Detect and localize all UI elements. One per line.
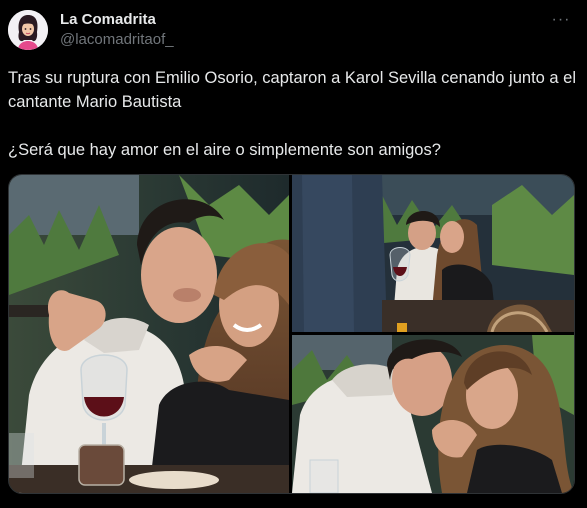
more-options-button[interactable]: ··· xyxy=(549,8,573,32)
photo-2[interactable] xyxy=(292,175,574,332)
photo-1[interactable] xyxy=(9,175,289,493)
avatar[interactable] xyxy=(8,10,48,50)
avatar-illustration xyxy=(8,10,48,50)
photo-3[interactable] xyxy=(292,335,574,493)
more-horizontal-icon: ··· xyxy=(551,11,571,28)
author-handle[interactable]: @lacomadritaof_ xyxy=(60,31,174,48)
tweet-text: Tras su ruptura con Emilio Osorio, capta… xyxy=(8,69,577,159)
photo-3-image xyxy=(292,335,574,493)
photo-2-image xyxy=(292,175,574,332)
photo-1-image xyxy=(9,175,289,493)
media-grid xyxy=(8,174,575,494)
author-name[interactable]: La Comadrita xyxy=(60,11,156,28)
